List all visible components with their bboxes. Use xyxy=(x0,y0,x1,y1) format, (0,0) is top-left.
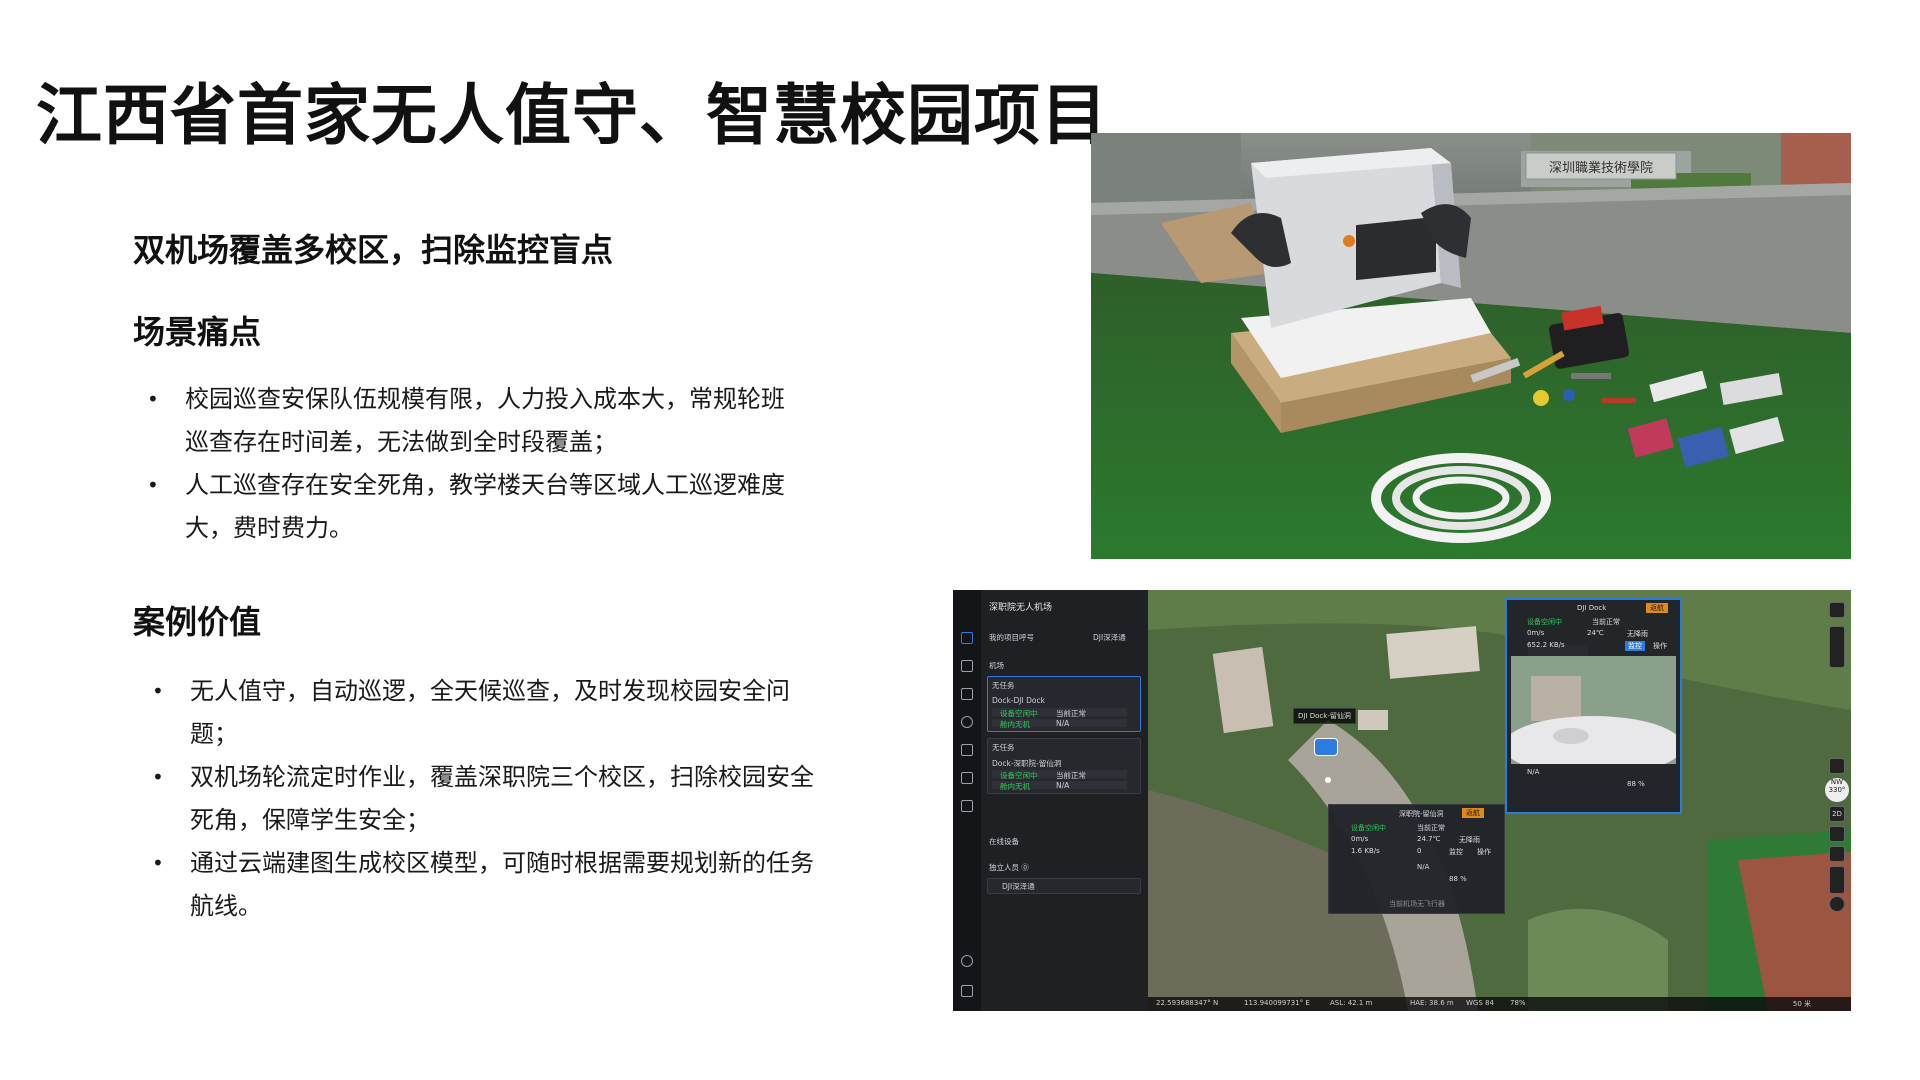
network-speed: 652.2 KB/s xyxy=(1527,641,1565,649)
slide-subtitle: 双机场覆盖多校区，扫除监控盲点 xyxy=(133,231,614,269)
pain-heading: 场景痛点 xyxy=(133,313,262,351)
battery-level: 88 % xyxy=(1449,875,1467,883)
layers-icon[interactable] xyxy=(961,632,973,644)
map-status-bar: 22.593688347° N 113.940099731° E ASL: 42… xyxy=(1148,997,1851,1011)
altitude-hae: HAE: 38.6 m xyxy=(1410,999,1454,1007)
latitude: 22.593688347° N xyxy=(1156,999,1219,1007)
device-panel: 深职院无人机场 我的项目呼号 DJI深泽通 机场 无任务 Dock-DJI Do… xyxy=(981,590,1149,1011)
staff-item-label: DJI深泽通 xyxy=(1002,882,1035,891)
list-item: 人工巡查存在安全死角，教学楼天台等区域人工巡逻难度大，费时费力。 xyxy=(135,464,805,550)
list-item: 校园巡查安保队伍规模有限，人力投入成本大，常规轮班巡查存在时间差，无法做到全时段… xyxy=(135,378,805,464)
dock-row2-label: 舱内无机 xyxy=(1000,720,1030,729)
panel-state: 当前正常 xyxy=(1417,824,1445,832)
list-item: 双机场轮流定时作业，覆盖深职院三个校区，扫除校园安全死角，保障学生安全； xyxy=(140,756,820,842)
dock-row2-label: 舱内无机 xyxy=(1000,782,1030,791)
search-icon[interactable] xyxy=(1829,602,1845,618)
media-icon[interactable] xyxy=(961,716,973,728)
wind-speed: 0m/s xyxy=(1527,629,1545,637)
dock-rooftop-photo: 深圳職業技術學院 xyxy=(1091,133,1851,559)
dock-row1-value: 当前正常 xyxy=(1056,771,1086,780)
rain-status: 无降雨 xyxy=(1459,836,1480,844)
load-percent: 78% xyxy=(1510,999,1526,1007)
view-2d-toggle[interactable]: 2D xyxy=(1829,806,1845,822)
panel-state: 当前正常 xyxy=(1592,618,1620,626)
dock-card-2[interactable]: 无任务 Dock-深职院-留仙洞 设备空闲中 当前正常 舱内无机 N/A xyxy=(987,738,1141,794)
map-icon[interactable] xyxy=(961,744,973,756)
sign-text: 深圳職業技術學院 xyxy=(1549,160,1653,176)
dock-row1-label: 设备空闲中 xyxy=(1000,771,1038,780)
dock-name: Dock-DJI Dock xyxy=(992,696,1045,705)
map-scale: 50 米 xyxy=(1792,1000,1811,1008)
drone-status: N/A xyxy=(1527,768,1540,776)
monitor-button[interactable]: 监控 xyxy=(1449,847,1463,857)
info-icon[interactable] xyxy=(1829,826,1845,842)
campus-3d-map[interactable]: DJI Dock-留仙洞 DJI Dock 返航 设备空闲中 当前正常 0m/s… xyxy=(1148,590,1851,1011)
list-item: 无人值守，自动巡逻，全天候巡查，及时发现校园安全问题； xyxy=(140,670,820,756)
dock-card-1[interactable]: 无任务 Dock-DJI Dock 设备空闲中 当前正常 舱内无机 N/A xyxy=(987,676,1141,732)
online-devices-label[interactable]: 在线设备 xyxy=(989,836,1019,847)
stack-icon[interactable] xyxy=(961,688,973,700)
dock-row1-label: 设备空闲中 xyxy=(1000,709,1038,718)
dock-marker-icon[interactable] xyxy=(1314,738,1338,756)
monitor-button[interactable]: 监控 xyxy=(1625,641,1645,651)
route-icon[interactable] xyxy=(961,772,973,784)
return-button[interactable]: 返航 xyxy=(1646,603,1668,613)
exit-icon[interactable] xyxy=(961,985,973,997)
battery-level: 88 % xyxy=(1627,780,1645,788)
draw-tools-icon[interactable] xyxy=(1829,626,1845,668)
staff-item[interactable]: DJI深泽通 xyxy=(987,878,1141,894)
app-icon-bar xyxy=(953,590,982,1011)
list-item: 通过云端建图生成校区模型，可随时根据需要规划新的任务航线。 xyxy=(140,842,820,928)
dock-name: Dock-深职院-留仙洞 xyxy=(992,759,1062,768)
value-list: 无人值守，自动巡逻，全天候巡查，及时发现校园安全问题； 双机场轮流定时作业，覆盖… xyxy=(140,670,820,928)
longitude: 113.940099731° E xyxy=(1244,999,1310,1007)
dock-row2-value: N/A xyxy=(1056,719,1070,728)
panel-title: DJI Dock xyxy=(1577,604,1607,612)
no-drone-hint: 当前机场无飞行器 xyxy=(1389,900,1445,908)
project-value[interactable]: DJI深泽通 xyxy=(1093,632,1126,643)
drone-status: N/A xyxy=(1417,863,1430,871)
campus-sign: 深圳職業技術學院 xyxy=(1525,152,1677,180)
dock-info-panel[interactable]: 深职院-留仙洞 返航 设备空闲中 当前正常 0m/s 24.7℃ 无降雨 1.6… xyxy=(1328,804,1505,914)
compass-icon[interactable]: NW 330° xyxy=(1825,778,1849,802)
wind-speed: 0m/s xyxy=(1351,835,1369,843)
compass-direction: NW xyxy=(1830,778,1844,786)
coordinate-system: WGS 84 xyxy=(1466,999,1494,1007)
dock-live-panel[interactable]: DJI Dock 返航 设备空闲中 当前正常 0m/s 24℃ 无降雨 652.… xyxy=(1505,598,1682,814)
panel-status: 设备空闲中 xyxy=(1351,824,1386,832)
value-heading: 案例价值 xyxy=(133,603,262,641)
comment-icon[interactable] xyxy=(1829,758,1845,774)
dock-section-label: 机场 xyxy=(989,661,1004,670)
altitude-asl: ASL: 42.1 m xyxy=(1330,999,1373,1007)
app-title: 深职院无人机场 xyxy=(989,603,1053,613)
dock-status: 无任务 xyxy=(992,743,1015,752)
dock-camera-feed xyxy=(1511,656,1676,764)
rain-status: 无降雨 xyxy=(1627,630,1648,638)
pain-list: 校园巡查安保队伍规模有限，人力投入成本大，常规轮班巡查存在时间差，无法做到全时段… xyxy=(135,378,805,550)
temperature: 24.7℃ xyxy=(1417,835,1441,843)
network-speed: 1.6 KB/s xyxy=(1351,847,1380,855)
return-button[interactable]: 返航 xyxy=(1462,808,1484,818)
panel-title: 深职院-留仙洞 xyxy=(1399,810,1444,818)
globe-icon[interactable] xyxy=(961,955,973,967)
zoom-control[interactable] xyxy=(1829,866,1845,894)
project-label: 我的项目呼号 xyxy=(989,633,1034,642)
warning-icon[interactable] xyxy=(961,660,973,672)
dock-status: 无任务 xyxy=(992,681,1015,690)
staff-label[interactable]: 独立人员 ⓪ xyxy=(989,862,1029,873)
calendar-icon[interactable] xyxy=(961,800,973,812)
north-icon[interactable] xyxy=(1829,896,1845,912)
temperature: 24℃ xyxy=(1587,629,1604,637)
slide-title: 江西省首家无人值守、智慧校园项目 xyxy=(36,77,1108,154)
map-dock-marker-label[interactable]: DJI Dock-留仙洞 xyxy=(1293,708,1356,724)
operate-button[interactable]: 操作 xyxy=(1653,641,1667,651)
dock-management-app-screenshot: 深职院无人机场 我的项目呼号 DJI深泽通 机场 无任务 Dock-DJI Do… xyxy=(953,590,1851,1011)
operate-button[interactable]: 操作 xyxy=(1477,847,1491,857)
locate-icon[interactable] xyxy=(1829,846,1845,862)
task-count: 0 xyxy=(1417,847,1422,855)
dock-row1-value: 当前正常 xyxy=(1056,709,1086,718)
panel-status: 设备空闲中 xyxy=(1527,618,1562,626)
compass-degree: 330° xyxy=(1828,786,1846,794)
dock-row2-value: N/A xyxy=(1056,781,1070,790)
